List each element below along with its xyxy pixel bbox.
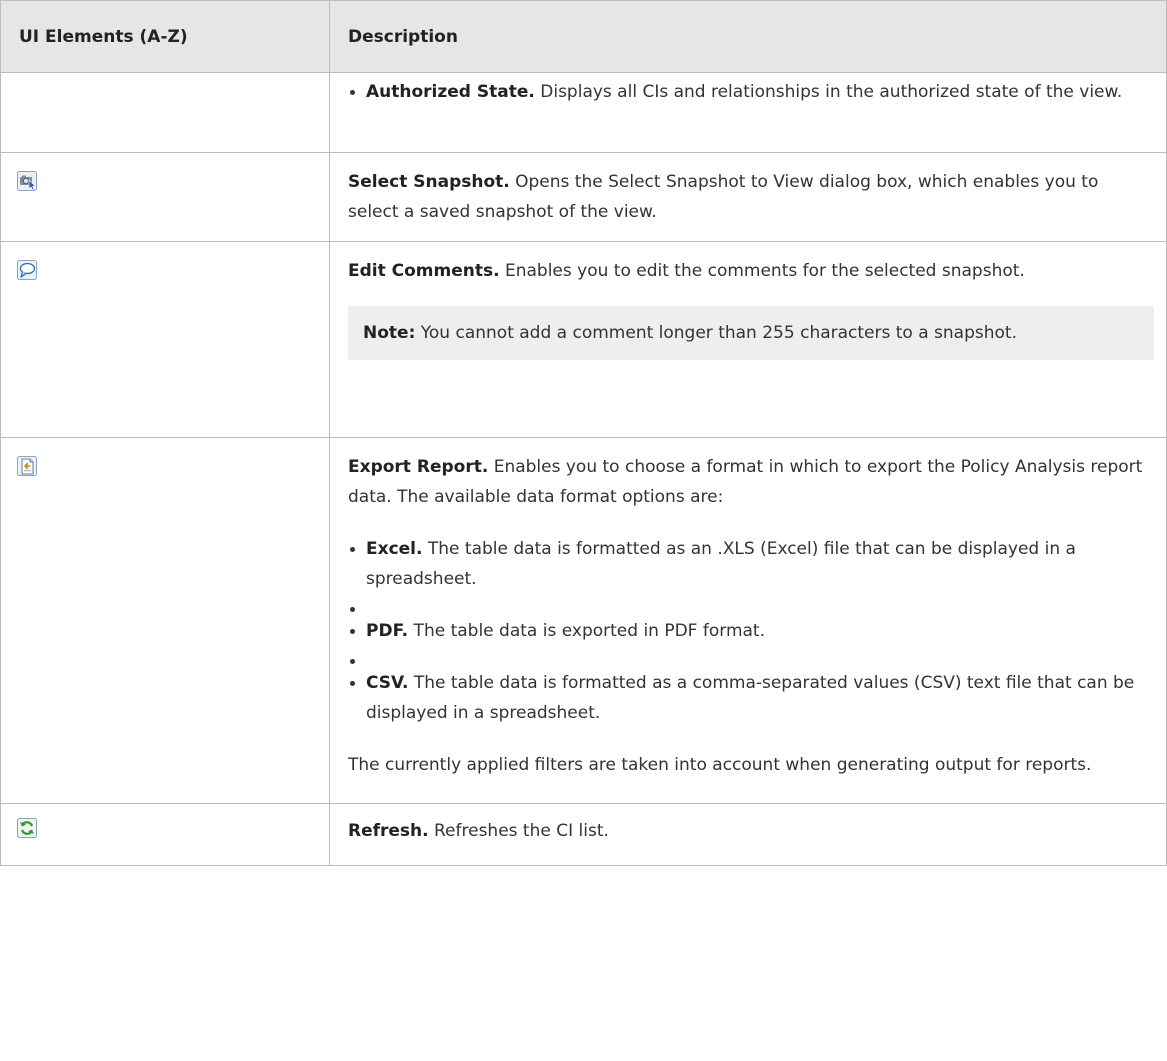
list-item-authorized-state: Authorized State. Displays all CIs and r…	[348, 77, 1154, 107]
list-item-excel: Excel. The table data is formatted as an…	[348, 534, 1154, 594]
spacer	[348, 646, 1154, 668]
option-title: Excel.	[366, 539, 423, 559]
element-title: Refresh.	[348, 821, 429, 841]
element-text: Enables you to edit the comments for the…	[499, 261, 1025, 281]
edit-comments-description: Edit Comments. Enables you to edit the c…	[348, 256, 1154, 286]
export-document-icon	[17, 456, 37, 476]
export-report-footer: The currently applied filters are taken …	[348, 755, 1092, 775]
description-cell: Edit Comments. Enables you to edit the c…	[329, 241, 1167, 438]
spacer	[348, 594, 1154, 616]
note-label: Note:	[363, 323, 416, 343]
table-row-authorized-state: Authorized State. Displays all CIs and r…	[0, 72, 1167, 153]
description-cell: Export Report. Enables you to choose a f…	[329, 437, 1167, 804]
ui-elements-table: UI Elements (A-Z) Description Authorized…	[0, 0, 1167, 866]
column-header-ui-elements: UI Elements (A-Z)	[0, 0, 330, 73]
table-row-export-report: Export Report. Enables you to choose a f…	[0, 437, 1167, 804]
speech-bubble-icon	[17, 260, 37, 280]
select-snapshot-description: Select Snapshot. Opens the Select Snapsh…	[348, 167, 1154, 227]
table-row-select-snapshot: Select Snapshot. Opens the Select Snapsh…	[0, 152, 1167, 242]
refresh-icon	[17, 818, 37, 838]
state-option-list: Authorized State. Displays all CIs and r…	[348, 77, 1154, 107]
option-text: The table data is formatted as a comma-s…	[366, 673, 1135, 723]
table-header-row: UI Elements (A-Z) Description	[0, 0, 1167, 73]
description-cell: Refresh. Refreshes the CI list.	[329, 803, 1167, 866]
export-report-description: Export Report. Enables you to choose a f…	[348, 452, 1154, 512]
column-header-description: Description	[329, 0, 1167, 73]
icon-cell-empty	[0, 72, 330, 153]
table-row-edit-comments: Edit Comments. Enables you to edit the c…	[0, 241, 1167, 438]
icon-cell	[0, 803, 330, 866]
element-title: Edit Comments.	[348, 261, 500, 281]
element-title: Select Snapshot.	[348, 172, 510, 192]
option-title: PDF.	[366, 621, 409, 641]
refresh-description: Refresh. Refreshes the CI list.	[348, 816, 1154, 846]
description-cell: Select Snapshot. Opens the Select Snapsh…	[329, 152, 1167, 242]
list-item-csv: CSV. The table data is formatted as a co…	[348, 668, 1154, 728]
icon-cell	[0, 241, 330, 438]
format-option-list: Excel. The table data is formatted as an…	[348, 534, 1154, 728]
icon-cell	[0, 152, 330, 242]
element-text: Refreshes the CI list.	[428, 821, 609, 841]
option-text: The table data is formatted as an .XLS (…	[366, 539, 1076, 589]
element-title: Export Report.	[348, 457, 489, 477]
note-box: Note: You cannot add a comment longer th…	[348, 306, 1154, 360]
note-text: You cannot add a comment longer than 255…	[415, 323, 1017, 343]
option-text: Displays all CIs and relationships in th…	[534, 82, 1123, 102]
option-title: Authorized State.	[366, 82, 535, 102]
option-title: CSV.	[366, 673, 409, 693]
option-text: The table data is exported in PDF format…	[408, 621, 765, 641]
icon-cell	[0, 437, 330, 804]
list-item-pdf: PDF. The table data is exported in PDF f…	[348, 616, 1154, 646]
description-cell: Authorized State. Displays all CIs and r…	[329, 72, 1167, 153]
camera-select-icon	[17, 171, 37, 191]
table-row-refresh: Refresh. Refreshes the CI list.	[0, 803, 1167, 866]
